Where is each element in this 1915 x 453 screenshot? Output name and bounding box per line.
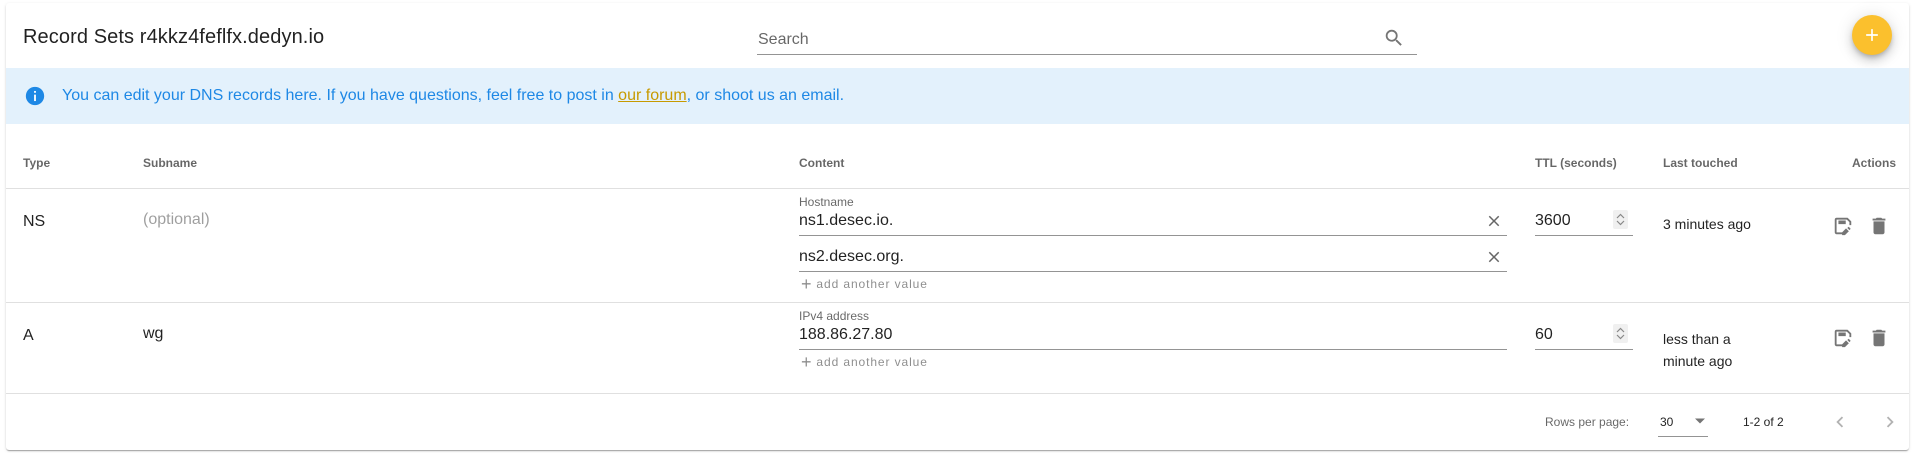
info-alert: You can edit your DNS records here. If y…	[6, 68, 1909, 124]
rows-per-page-select[interactable]: 30	[1658, 405, 1708, 437]
last-touched: less than a minute ago	[1663, 331, 1733, 369]
search-icon[interactable]	[1383, 27, 1405, 49]
rows-per-page-label: Rows per page:	[1545, 415, 1630, 429]
content-value-field[interactable]	[799, 244, 1507, 272]
header-type[interactable]: Type	[23, 156, 50, 170]
save-icon[interactable]	[1832, 327, 1854, 349]
add-record-button[interactable]	[1852, 15, 1892, 55]
last-touched: 3 minutes ago	[1663, 216, 1751, 232]
info-icon	[24, 85, 46, 107]
ttl-field[interactable]	[1535, 208, 1633, 236]
alert-text-before: You can edit your DNS records here. If y…	[62, 87, 619, 104]
ttl-input[interactable]	[1535, 208, 1605, 234]
add-value-button[interactable]: + add another value	[801, 352, 928, 372]
subname-input[interactable]	[143, 211, 623, 229]
record-sets-card: Record Sets r4kkz4feflfx.dedyn.io You ca…	[6, 3, 1909, 450]
plus-icon: +	[801, 352, 813, 372]
header-ttl[interactable]: TTL (seconds)	[1535, 156, 1617, 170]
delete-icon[interactable]	[1868, 327, 1890, 349]
content-value-field[interactable]	[799, 208, 1507, 236]
previous-page-icon[interactable]	[1829, 411, 1851, 433]
page-title: Record Sets r4kkz4feflfx.dedyn.io	[23, 26, 325, 48]
save-icon[interactable]	[1832, 215, 1854, 237]
ttl-field[interactable]	[1535, 322, 1633, 350]
header-subname[interactable]: Subname	[143, 156, 197, 170]
ttl-spinner[interactable]	[1613, 324, 1628, 343]
subname-input[interactable]	[143, 325, 623, 343]
subname-field[interactable]	[143, 211, 643, 229]
content-label: IPv4 address	[799, 309, 870, 323]
rows-per-page-value: 30	[1660, 415, 1674, 429]
add-value-button[interactable]: + add another value	[801, 274, 928, 294]
search-field[interactable]	[757, 23, 1417, 55]
pagination-range: 1-2 of 2	[1743, 415, 1784, 429]
content-label: Hostname	[799, 195, 854, 209]
add-value-label: add another value	[816, 277, 928, 291]
ttl-spinner[interactable]	[1613, 210, 1628, 229]
add-value-label: add another value	[816, 355, 928, 369]
next-page-icon[interactable]	[1879, 411, 1901, 433]
table-header: Type Subname Content TTL (seconds) Last …	[6, 125, 1909, 189]
forum-link[interactable]: our forum	[618, 87, 686, 104]
content-value-field[interactable]	[799, 322, 1507, 350]
content-value-input[interactable]	[799, 322, 1459, 348]
search-input[interactable]	[757, 23, 1377, 53]
plus-icon: +	[801, 274, 813, 294]
alert-text-after: , or shoot us an email.	[686, 87, 845, 104]
header-actions: Actions	[1852, 156, 1897, 170]
content-value-input[interactable]	[799, 208, 1459, 234]
record-type: NS	[23, 213, 46, 230]
table-row: A IPv4 address + add another value less …	[6, 303, 1909, 394]
clear-icon[interactable]	[1485, 212, 1503, 230]
record-type: A	[23, 327, 34, 344]
plus-icon	[1866, 29, 1878, 41]
delete-icon[interactable]	[1868, 215, 1890, 237]
header-content[interactable]: Content	[799, 156, 844, 170]
table-row: NS Hostname + add another value 3	[6, 189, 1909, 303]
subname-field[interactable]	[143, 325, 643, 343]
content-value-input[interactable]	[799, 244, 1459, 270]
header-last-touched[interactable]: Last touched	[1663, 156, 1738, 170]
chevron-down-icon	[1695, 418, 1705, 424]
ttl-input[interactable]	[1535, 322, 1605, 348]
clear-icon[interactable]	[1485, 248, 1503, 266]
alert-message: You can edit your DNS records here. If y…	[62, 87, 844, 105]
